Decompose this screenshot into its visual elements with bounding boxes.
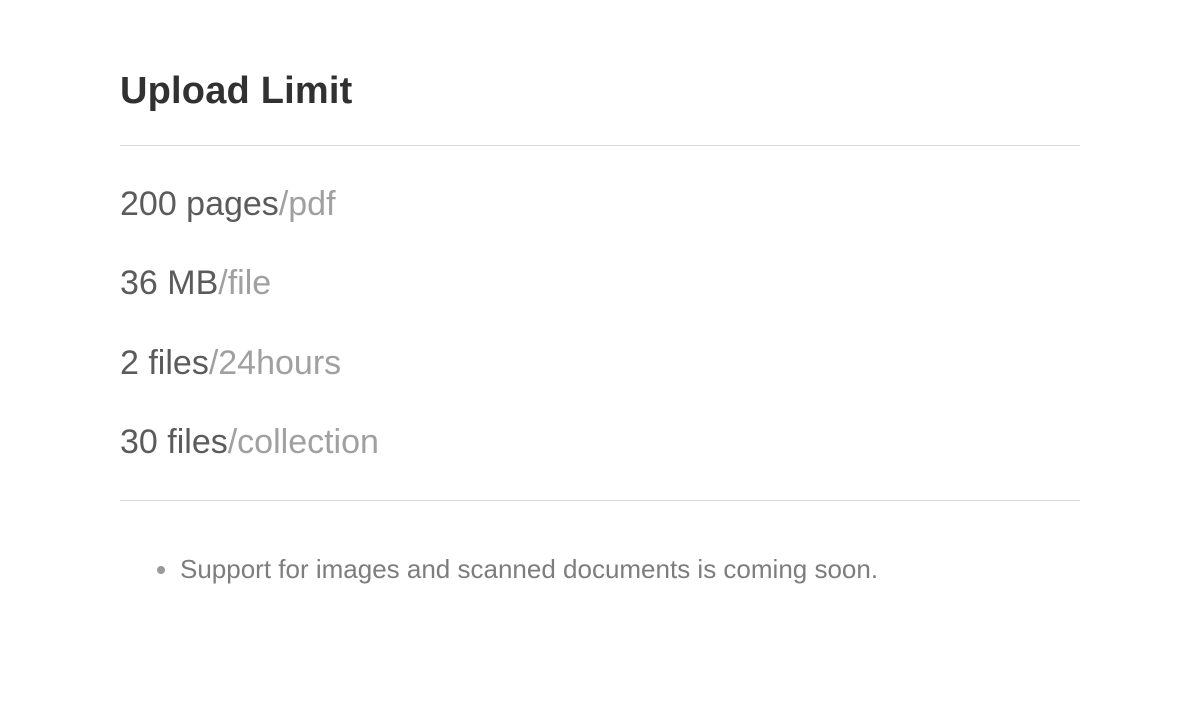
limit-value: 36 MB xyxy=(120,264,218,302)
limit-value: 200 pages xyxy=(120,185,279,223)
note-item: Support for images and scanned documents… xyxy=(180,551,1080,587)
limit-value: 2 files xyxy=(120,344,209,382)
limit-files-per-day: 2 files/24hours xyxy=(120,345,1080,382)
limit-unit: /24hours xyxy=(209,344,341,382)
upload-limit-card: Upload Limit 200 pages/pdf 36 MB/file 2 … xyxy=(0,0,1200,587)
limit-unit: /collection xyxy=(228,423,379,461)
limits-list: 200 pages/pdf 36 MB/file 2 files/24hours… xyxy=(120,146,1080,500)
limit-unit: /file xyxy=(218,264,271,302)
divider-bottom xyxy=(120,500,1080,501)
section-title: Upload Limit xyxy=(120,70,1080,113)
limit-value: 30 files xyxy=(120,423,228,461)
notes-list: Support for images and scanned documents… xyxy=(120,551,1080,587)
limit-mb-per-file: 36 MB/file xyxy=(120,265,1080,302)
limit-pages-per-pdf: 200 pages/pdf xyxy=(120,186,1080,223)
limit-unit: /pdf xyxy=(279,185,336,223)
limit-files-per-collection: 30 files/collection xyxy=(120,424,1080,461)
